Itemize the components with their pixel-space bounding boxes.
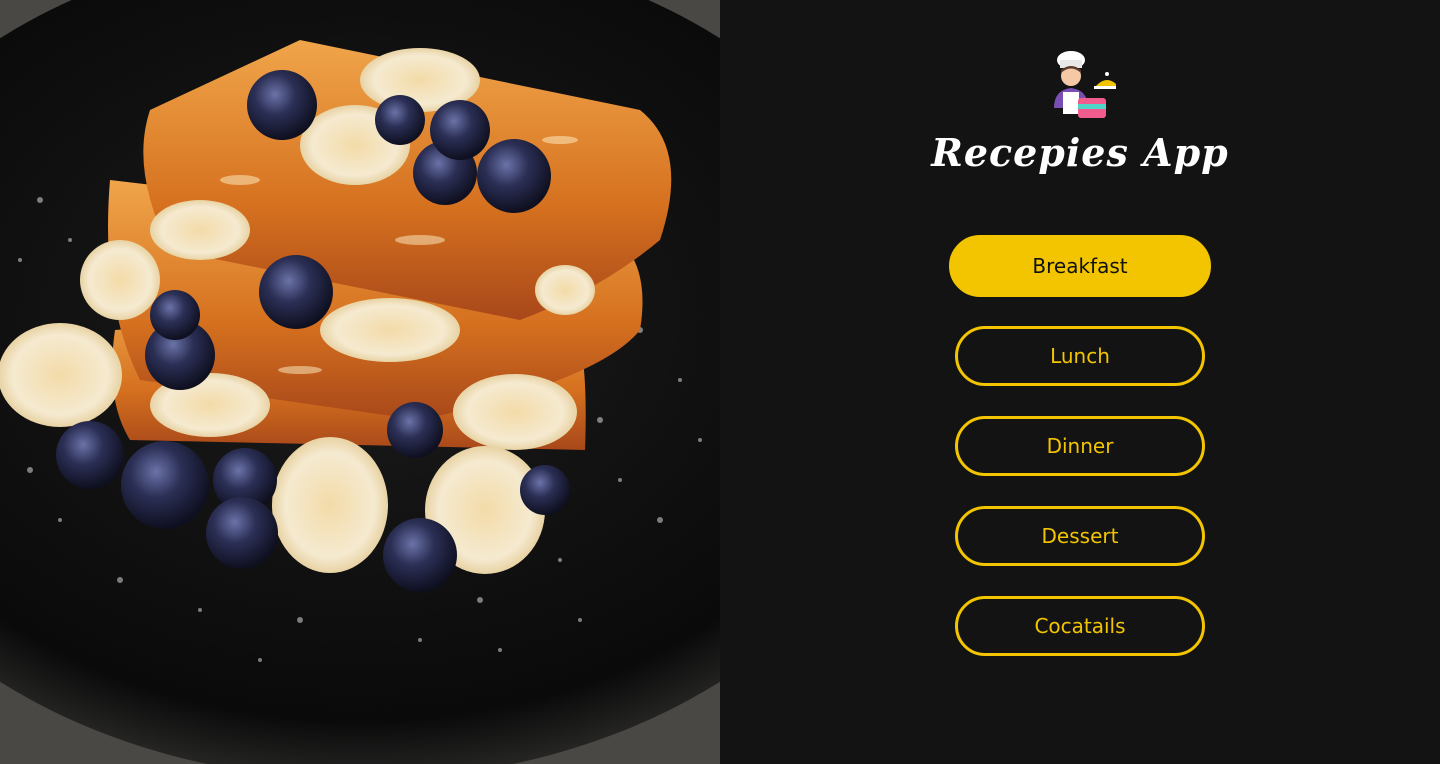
category-panel: Recepies App Breakfast Lunch Dinner Dess… [720,0,1440,764]
cocktails-button[interactable]: Cocatails [955,596,1205,656]
chef-icon [1044,48,1120,126]
app-title: Recepies App [931,130,1229,175]
hero-food-image [0,0,720,764]
dessert-button[interactable]: Dessert [955,506,1205,566]
breakfast-button[interactable]: Breakfast [949,235,1211,297]
french-toast-illustration [0,0,720,764]
dinner-button[interactable]: Dinner [955,416,1205,476]
lunch-button[interactable]: Lunch [955,326,1205,386]
